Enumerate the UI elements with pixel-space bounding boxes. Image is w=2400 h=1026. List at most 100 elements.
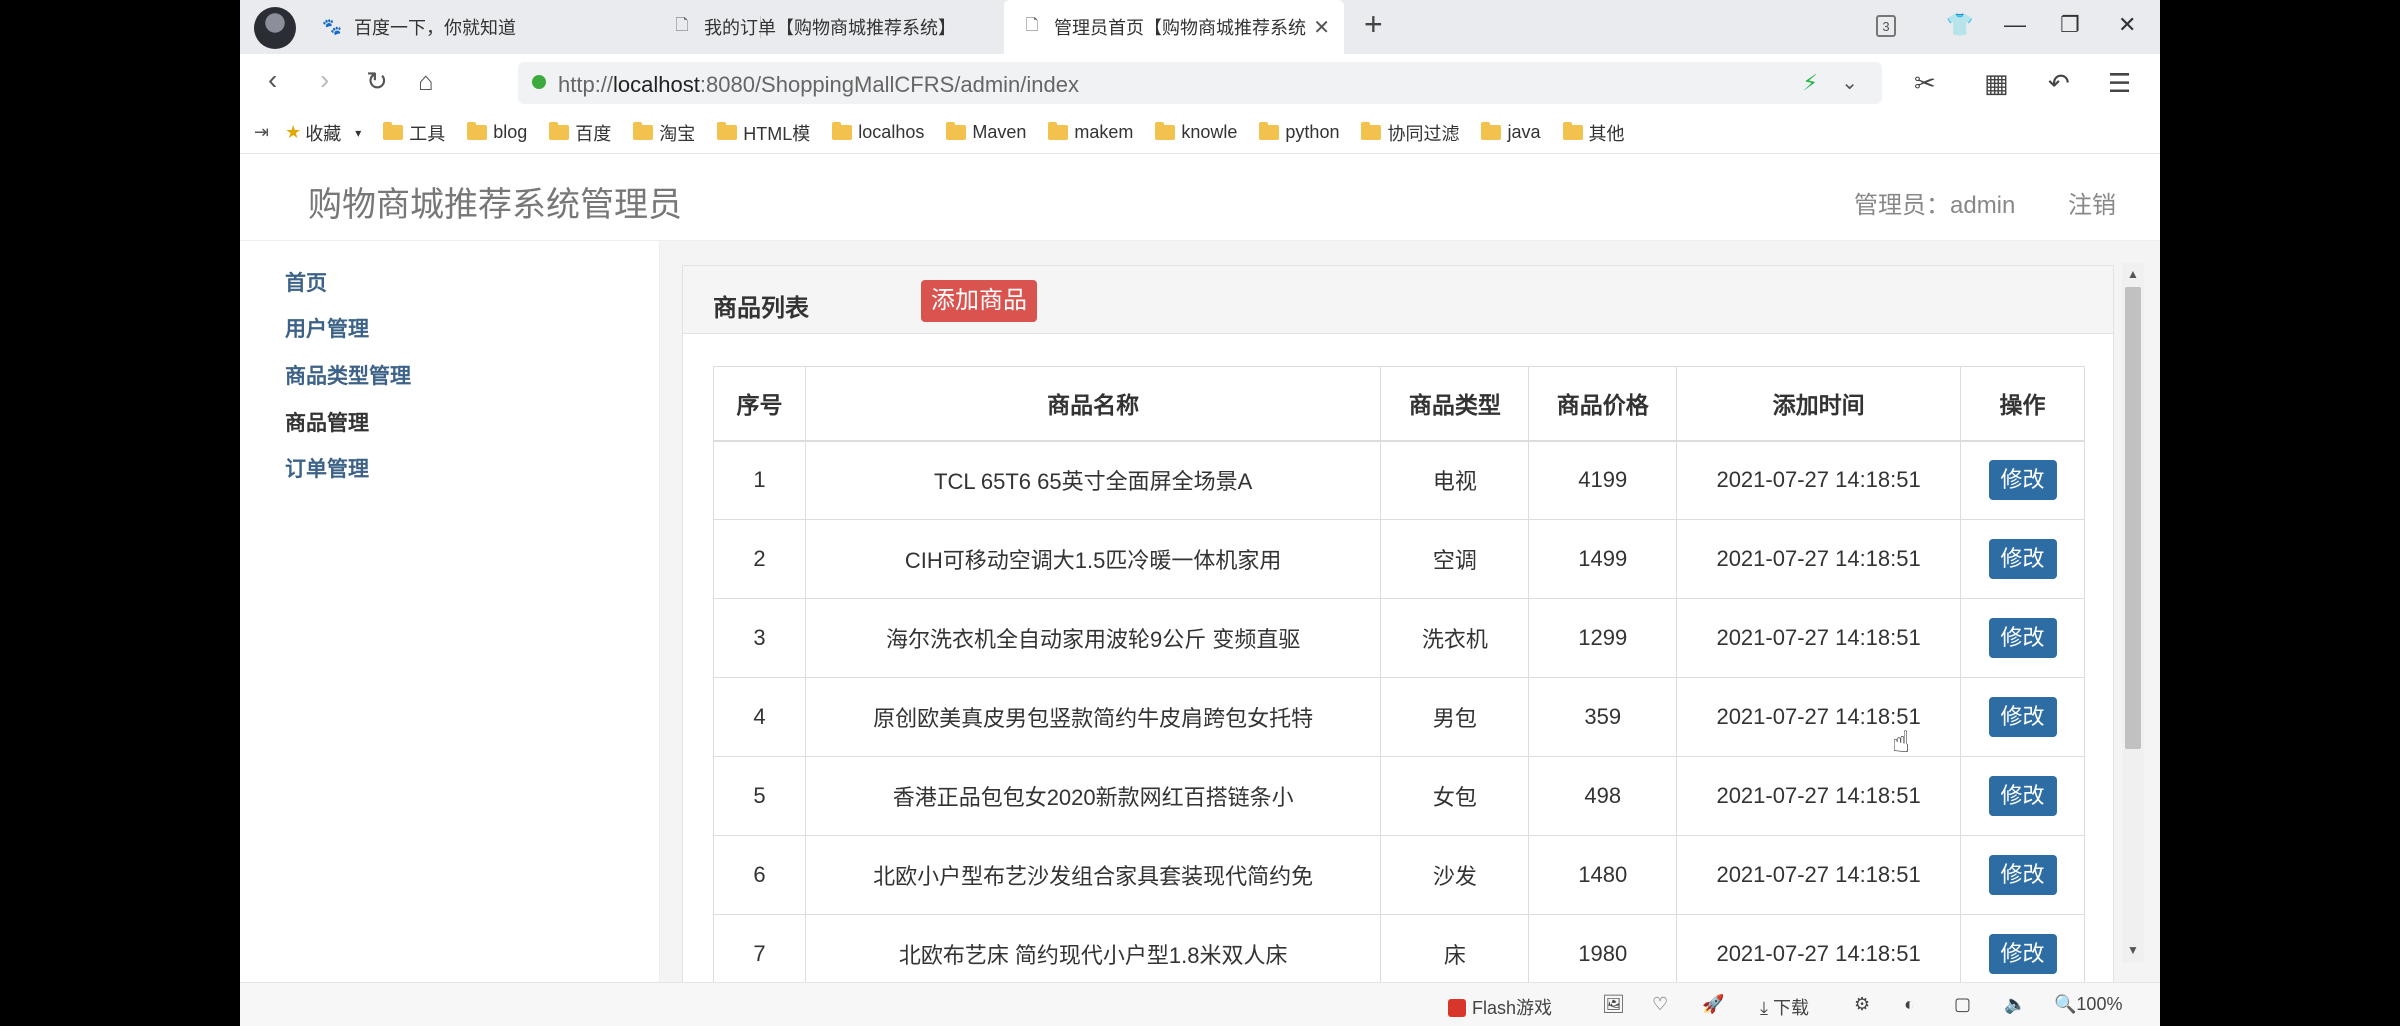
edit-button[interactable]: 修改 [1988, 460, 2057, 501]
edit-button[interactable]: 修改 [1988, 618, 2057, 658]
cell-id: 1 [713, 440, 806, 520]
bookmark-folder[interactable]: 其他 [1562, 120, 1625, 146]
minimize-icon[interactable]: — [2004, 12, 2026, 38]
bookmark-folder[interactable]: python [1259, 122, 1339, 143]
scrollbar-thumb[interactable] [2125, 287, 2141, 749]
bookmark-folder[interactable]: Maven [946, 122, 1026, 143]
tab-count-icon[interactable]: 3 [1876, 15, 1896, 37]
cell-action: 修改 [1960, 835, 2085, 915]
folder-icon [832, 122, 853, 140]
chevron-down-icon[interactable]: ⌄ [1841, 70, 1858, 95]
site-title: 购物商城推荐系统管理员 [308, 186, 682, 224]
volume-icon[interactable]: 🔈 [2004, 994, 2026, 1015]
rocket-icon[interactable]: 🚀 [1702, 994, 1724, 1015]
edit-button[interactable]: 修改 [1988, 776, 2057, 816]
lightning-icon[interactable]: ⚡ [1803, 70, 1818, 96]
screenshot-icon[interactable]: ▢ [1954, 994, 1971, 1015]
close-window-icon[interactable]: ✕ [2118, 12, 2136, 38]
bookmark-folder[interactable]: 工具 [383, 120, 445, 146]
forward-icon[interactable]: › [320, 64, 329, 96]
web-page: 购物商城推荐系统管理员 管理员：admin 注销 首页 用户管理 商品类型管理 … [240, 155, 2160, 985]
cell-action: 修改 [1960, 440, 2085, 520]
bookmark-folder[interactable]: blog [467, 122, 527, 143]
sidebar-item-user-management[interactable]: 用户管理 [285, 313, 369, 343]
sidebar-item-product-management[interactable]: 商品管理 [285, 407, 369, 437]
zoom-control[interactable]: 🔍100% [2054, 994, 2122, 1015]
panel-header: 商品列表 添加商品 [683, 266, 2113, 334]
cell-type: 女包 [1380, 756, 1530, 836]
url-text[interactable]: http://localhost:8080/ShoppingMallCFRS/a… [558, 72, 1079, 98]
home-icon[interactable]: ⌂ [418, 66, 434, 97]
page-icon: 🗋 [1025, 16, 1039, 34]
tab-admin-home[interactable]: 🗋 管理员首页【购物商城推荐系统 ✕ [1004, 0, 1344, 54]
product-table: 序号 商品名称 商品类型 商品价格 添加时间 操作 1 TCL 65T6 65英… [713, 366, 2085, 984]
folder-icon [1481, 122, 1502, 140]
sidebar-item-order-management[interactable]: 订单管理 [285, 453, 369, 483]
folder-icon [467, 122, 488, 140]
main-content: 商品列表 添加商品 序号 商品名称 商品类型 商品价格 添加时间 操作 1 TC… [660, 241, 2160, 985]
apps-grid-icon[interactable]: ▦ [1984, 68, 2009, 99]
cell-action: 修改 [1960, 756, 2085, 836]
table-row: 7 北欧布艺床 简约现代小户型1.8米双人床 床 1980 2021-07-27… [713, 914, 2085, 984]
add-product-button[interactable]: 添加商品 [921, 280, 1037, 322]
heart-icon[interactable]: ♡ [1652, 994, 1668, 1015]
bookmark-folder[interactable]: HTML模 [717, 120, 810, 146]
sidebar-item-category-management[interactable]: 商品类型管理 [285, 360, 411, 390]
edit-button[interactable]: 修改 [1988, 539, 2057, 579]
cell-time: 2021-07-27 14:18:51 [1676, 835, 1962, 915]
bookmark-folder[interactable]: 淘宝 [633, 120, 695, 146]
caret-down-icon: ▾ [355, 125, 362, 140]
undo-icon[interactable]: ↶ [2048, 68, 2070, 99]
folder-icon [633, 122, 654, 140]
bookmark-folder[interactable]: localhos [832, 122, 924, 143]
tab-baidu[interactable]: 🐾 百度一下，你就知道 [304, 0, 648, 54]
cookie-icon[interactable]: ⚙ [1854, 994, 1870, 1015]
flash-games-link[interactable]: Flash游戏 [1448, 994, 1552, 1020]
bookmark-favorites[interactable]: ★ 收藏 ▾ [285, 120, 361, 146]
bookmark-folder[interactable]: java [1481, 122, 1541, 143]
scissors-icon[interactable]: ✂ [1914, 68, 1936, 99]
cell-type: 男包 [1380, 677, 1530, 757]
menu-icon[interactable]: ☰ [2108, 68, 2131, 99]
back-icon[interactable]: ‹ [268, 64, 277, 96]
cell-price: 498 [1528, 756, 1678, 836]
flash-icon [1448, 999, 1466, 1017]
edit-button[interactable]: 修改 [1988, 697, 2057, 737]
new-tab-button[interactable]: + [1364, 6, 1383, 43]
bookmark-folder[interactable]: 百度 [549, 120, 611, 146]
scroll-up-arrow-icon[interactable]: ▲ [2127, 267, 2139, 281]
download-link[interactable]: ⤓ 下载 [1760, 994, 1809, 1020]
logout-link[interactable]: 注销 [2068, 185, 2116, 220]
table-row: 5 香港正品包包女2020新款网红百搭链条小 女包 498 2021-07-27… [713, 756, 2085, 836]
image-icon[interactable]: 🖼 [1602, 994, 1625, 1015]
restore-icon[interactable]: ❐ [2060, 12, 2080, 38]
shirt-icon[interactable]: 👕 [1946, 12, 1973, 38]
cell-type: 电视 [1380, 440, 1530, 520]
column-header-action: 操作 [1960, 366, 2085, 442]
panel-title: 商品列表 [713, 295, 809, 322]
bookmark-folder[interactable]: makem [1048, 122, 1133, 143]
cell-id: 2 [713, 519, 806, 599]
cell-name: 北欧小户型布艺沙发组合家具套装现代简约免 [804, 835, 1382, 915]
cell-name: TCL 65T6 65英寸全面屏全场景A [804, 440, 1382, 520]
refresh-icon[interactable]: ↻ [366, 66, 388, 97]
folder-icon [717, 122, 738, 140]
cell-action: 修改 [1960, 914, 2085, 984]
bookmark-folder[interactable]: 协同过滤 [1361, 120, 1459, 146]
address-bar[interactable]: http://localhost:8080/ShoppingMallCFRS/a… [518, 62, 1882, 104]
sidebar-item-home[interactable]: 首页 [285, 267, 327, 297]
bookmark-folder[interactable]: knowle [1155, 122, 1237, 143]
secure-icon [532, 75, 546, 89]
edit-button[interactable]: 修改 [1988, 855, 2057, 895]
cell-name: 海尔洗衣机全自动家用波轮9公斤 变频直驱 [804, 598, 1382, 678]
scroll-down-arrow-icon[interactable]: ▼ [2127, 943, 2139, 957]
edit-button[interactable]: 修改 [1988, 934, 2057, 974]
sidebar-toggle-icon[interactable]: ⇥ [254, 122, 269, 143]
user-avatar[interactable] [254, 7, 296, 49]
tab-my-orders[interactable]: 🗋 我的订单【购物商城推荐系统】 [654, 0, 984, 54]
column-header-time: 添加时间 [1676, 366, 1962, 442]
close-tab-icon[interactable]: ✕ [1313, 15, 1330, 40]
page-scrollbar[interactable]: ▲ ▼ [2122, 263, 2144, 963]
translate-icon[interactable]: ◐ [1904, 994, 1915, 1015]
cell-id: 6 [713, 835, 806, 915]
